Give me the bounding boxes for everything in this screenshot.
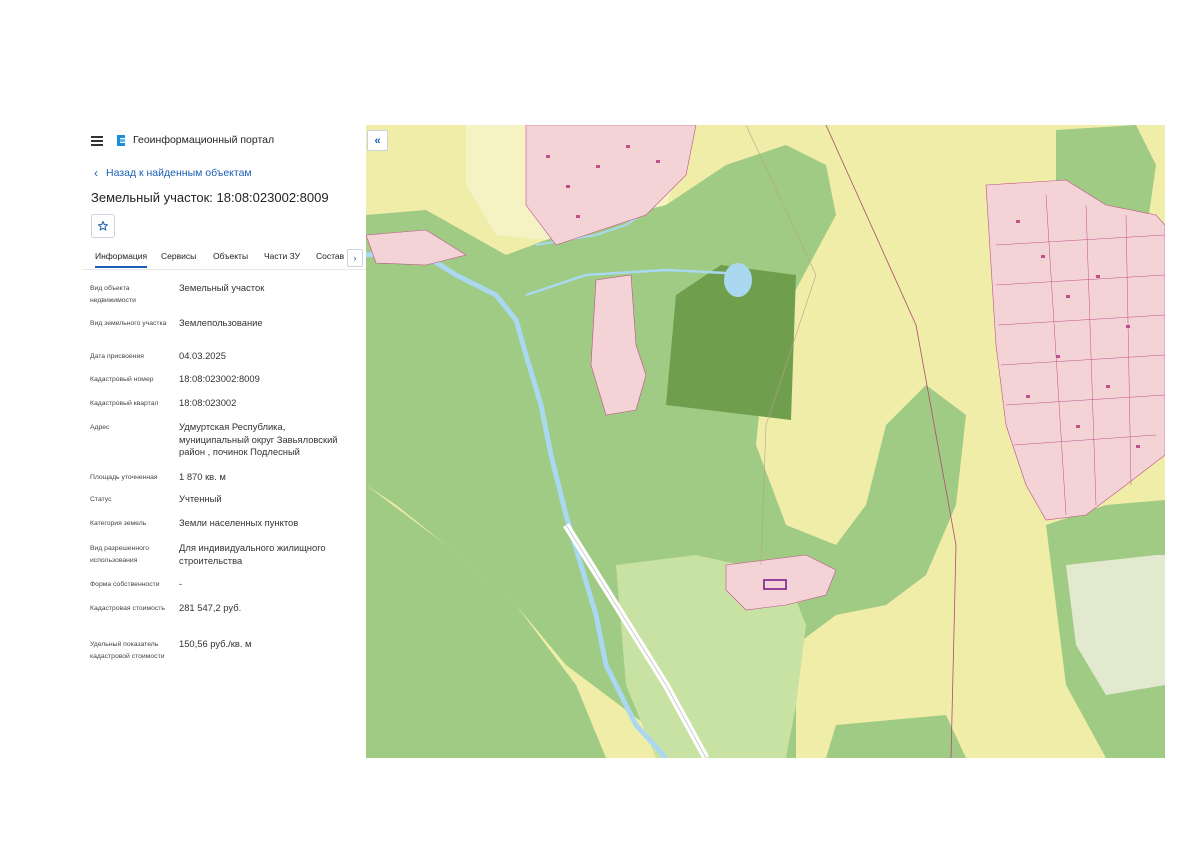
field-label-specific-value: Удельный показатель кадастровой стоимост… [90, 641, 165, 660]
field-value-status: Учтенный [179, 493, 222, 504]
info-panel: Геоинформационный портал ‹ Назад к найде… [82, 125, 366, 758]
star-icon [98, 221, 108, 231]
tab-info[interactable]: Информация [95, 251, 148, 268]
geoportal-window: Геоинформационный портал ‹ Назад к найде… [82, 125, 1165, 758]
field-label-object-type: Вид объекта недвижимости [90, 285, 136, 304]
field-label-ownership: Форма собственности [90, 581, 160, 588]
field-value-land-category: Земли населенных пунктов [179, 517, 299, 528]
chevron-left-icon: ‹ [94, 166, 98, 180]
field-label-permitted-use: Вид разрешенного использования [90, 545, 149, 564]
field-value-cadastral-quarter: 18:08:023002 [179, 397, 237, 408]
menu-icon[interactable] [91, 136, 103, 146]
map-view[interactable] [366, 125, 1165, 758]
field-value-assign-date: 04.03.2025 [179, 350, 226, 361]
field-label-area: Площадь уточненная [90, 474, 158, 481]
field-label-parcel-type: Вид земельного участка [90, 320, 167, 327]
field-value-parcel-type: Землепользование [179, 317, 263, 328]
back-label: Назад к найденным объектам [106, 167, 252, 179]
object-title: Земельный участок: 18:08:023002:8009 [91, 190, 329, 205]
tab-composition[interactable]: Состав [316, 251, 344, 261]
tab-parcel-parts[interactable]: Части ЗУ [264, 251, 300, 261]
field-label-status: Статус [90, 496, 112, 503]
field-label-cadastral-quarter: Кадастровый квартал [90, 400, 159, 407]
back-to-results-link[interactable]: ‹ Назад к найденным объектам [94, 166, 252, 180]
tab-bar: Информация Сервисы Объекты Части ЗУ Сост… [82, 247, 366, 270]
pond [724, 263, 752, 297]
field-label-land-category: Категория земель [90, 520, 147, 527]
field-label-cadastral-number: Кадастровый номер [90, 376, 154, 383]
field-label-assign-date: Дата присвоения [90, 353, 144, 360]
selected-parcel[interactable] [763, 579, 787, 590]
collapse-panel-button[interactable]: « [367, 130, 388, 151]
field-value-area: 1 870 кв. м [179, 471, 226, 482]
favorite-button[interactable] [91, 214, 115, 238]
field-label-address: Адрес [90, 424, 110, 431]
field-value-specific-value: 150,56 руб./кв. м [179, 638, 252, 649]
top-bar: Геоинформационный портал [82, 125, 366, 157]
double-chevron-left-icon: « [374, 134, 381, 147]
field-value-address: Удмуртская Республика, муниципальный окр… [179, 421, 338, 457]
tabs-next-button[interactable]: › [347, 249, 363, 267]
field-label-cadastral-value: Кадастровая стоимость [90, 605, 165, 612]
map-canvas[interactable] [366, 125, 1165, 758]
field-value-permitted-use: Для индивидуального жилищного строительс… [179, 542, 326, 566]
tab-services[interactable]: Сервисы [161, 251, 196, 261]
chevron-right-icon: › [353, 253, 357, 263]
field-value-cadastral-value: 281 547,2 руб. [179, 602, 242, 613]
field-value-object-type: Земельный участок [179, 282, 265, 293]
app-title: Геоинформационный портал [133, 134, 275, 146]
portal-logo-icon [117, 135, 125, 146]
field-value-ownership: - [179, 578, 183, 589]
tab-objects[interactable]: Объекты [213, 251, 248, 261]
field-value-cadastral-number: 18:08:023002:8009 [179, 373, 260, 384]
